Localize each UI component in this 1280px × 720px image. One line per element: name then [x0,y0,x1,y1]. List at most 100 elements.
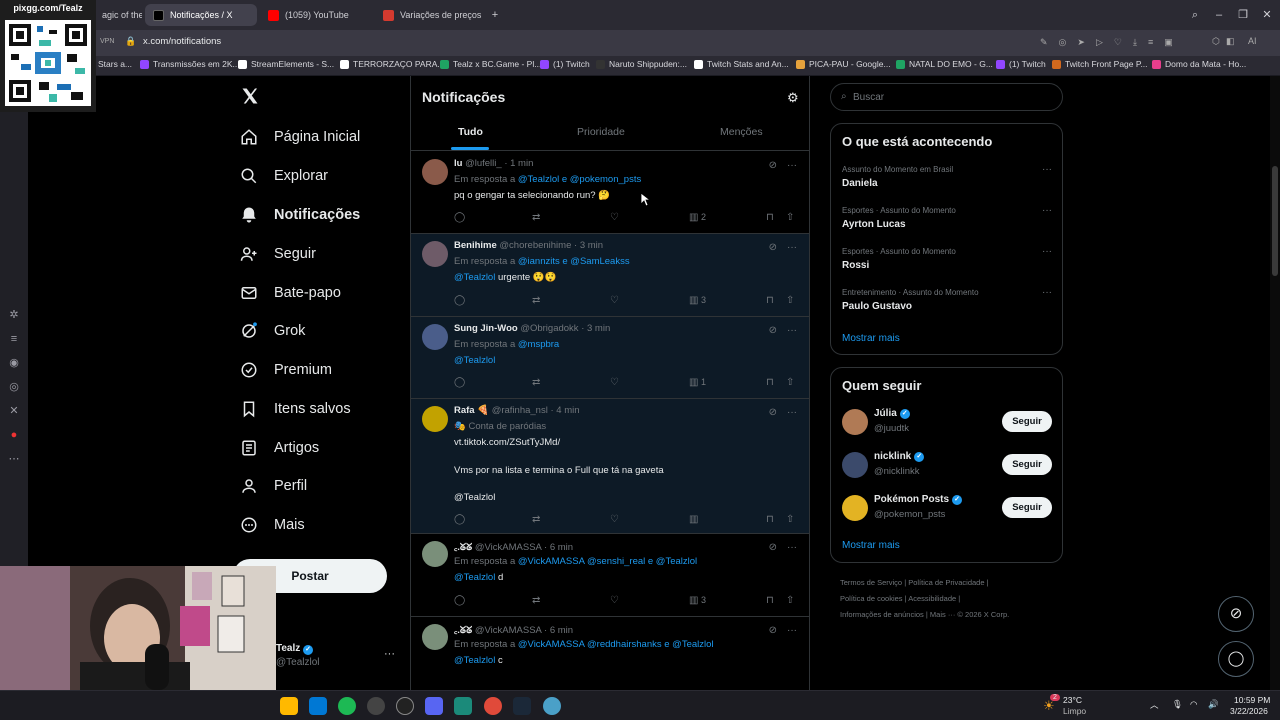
search-tabs-icon[interactable]: ⌕ [1186,6,1204,24]
obs-icon[interactable] [396,697,414,715]
camera-icon[interactable]: ◎ [1059,37,1067,48]
share-icon[interactable]: ⇧ [786,595,794,606]
url-field[interactable]: x.com/notifications [143,36,221,47]
tab-all[interactable]: Tudo [458,126,483,138]
browser-tab[interactable]: (1059) YouTube [260,4,372,26]
avatar[interactable] [422,324,448,350]
reply-icon[interactable]: ◯ [454,595,465,606]
reply-mentions[interactable]: @VickAMASSA @senshi_real e @Tealzlol [518,556,697,567]
nav-articles[interactable]: Artigos [238,434,319,462]
download-icon[interactable]: ⤓ [1133,37,1137,48]
mention-link[interactable]: @Tealzlol [454,272,495,283]
whatsapp-icon[interactable]: ◎ [7,380,21,394]
follow-button[interactable]: Seguir [1002,497,1052,518]
trend-name[interactable]: Daniela [842,178,878,189]
author-name[interactable]: Benihime [454,240,497,251]
avatar[interactable] [422,241,448,267]
nav-bookmarks[interactable]: Itens salvos [238,395,351,423]
lock-icon[interactable]: 🔒 [125,36,136,47]
bookmark-item[interactable]: (1) Twitch [540,59,590,69]
avatar[interactable] [422,159,448,185]
mention-link[interactable]: @Tealzlol [454,572,495,583]
footer-links[interactable]: Termos de Serviço | Política de Privacid… [840,578,989,587]
like-icon[interactable]: ♡ [610,514,619,525]
follow-name[interactable]: Júlia ✓ [874,408,910,419]
record-icon[interactable]: ● [7,428,21,442]
repost-icon[interactable]: ⇄ [532,295,540,306]
bookmark-item[interactable]: Twitch Front Page P... [1052,59,1148,69]
repost-icon[interactable]: ⇄ [532,377,540,388]
file-explorer-icon[interactable] [280,697,298,715]
views-icon[interactable]: ▥ [689,377,698,388]
footer-links[interactable]: Informações de anúncios | Mais ··· © 202… [840,610,1009,619]
sidebar-icon[interactable]: ◧ [1226,36,1235,47]
app-icon[interactable] [367,697,385,715]
author-handle[interactable]: @VickAMASSA [475,542,542,553]
mention-link[interactable]: @Tealzlol [454,492,495,503]
author-handle[interactable]: @VickAMASSA [475,625,542,636]
avatar[interactable] [842,495,868,521]
send-icon[interactable]: ➤ [1077,37,1085,48]
bookmark-item[interactable]: PICA-PAU - Google... [796,59,891,69]
app-icon[interactable] [543,697,561,715]
notification-item[interactable]: ꜀.ᘜᘜ @VickAMASSA · 6 min ⊘ ··· Em respost… [411,617,809,690]
repost-icon[interactable]: ⇄ [532,212,540,223]
author-handle[interactable]: @rafinha_nsl [492,405,548,416]
messenger-icon[interactable]: ◉ [7,356,21,370]
x-icon[interactable]: ✕ [7,404,21,418]
grok-icon[interactable]: ⊘ [769,625,777,636]
grok-icon[interactable]: ⊘ [769,325,777,336]
grok-icon[interactable]: ⊘ [769,542,777,553]
minimize-icon[interactable]: – [1210,6,1228,24]
reply-icon[interactable]: ◯ [454,212,465,223]
views-icon[interactable]: ▥ [689,212,698,223]
ai-button[interactable]: AI [1248,36,1257,46]
avatar[interactable] [842,452,868,478]
bookmark-item[interactable]: Twitch Stats and An... [694,59,789,69]
bookmark-icon[interactable]: ⊓ [766,212,774,223]
edit-icon[interactable]: ✎ [1040,37,1048,48]
bookmark-icon[interactable]: ⊓ [766,514,774,525]
extensions-icon[interactable]: ⬡ [1212,36,1220,47]
grok-icon[interactable]: ⊘ [769,242,777,253]
more-options-icon[interactable]: ··· [787,242,797,253]
more-options-icon[interactable]: ··· [787,160,797,171]
reply-icon[interactable]: ◯ [454,377,465,388]
reply-icon[interactable]: ◯ [454,514,465,525]
avatar[interactable] [842,409,868,435]
more-options-icon[interactable]: ··· [1042,164,1052,175]
footer-links[interactable]: Política de cookies | Acessibilidade | [840,594,960,603]
like-icon[interactable]: ♡ [610,295,619,306]
play-icon[interactable]: ▷ [1096,37,1103,48]
mention-link[interactable]: @Tealzlol [454,655,495,666]
post-link[interactable]: vt.tiktok.com/ZSutTyJMd/ [454,437,560,448]
notification-item[interactable]: ꜀.ᘜᘜ @VickAMASSA · 6 min ⊘ ··· Em respost… [411,534,809,617]
browser-tab-active[interactable]: Notificações / X [145,4,257,26]
bookmark-item[interactable]: Tealz x BC.Game - Pl... [440,59,541,69]
follow-name[interactable]: nicklink ✓ [874,451,925,462]
clock-date[interactable]: 3/22/2026 [1230,706,1268,716]
bookmark-icon[interactable]: ⊓ [766,595,774,606]
bookmark-item[interactable]: Naruto Shippuden:... [596,59,687,69]
bookmark-item[interactable]: StreamElements - S... [238,59,334,69]
more-options-icon[interactable]: ··· [1042,205,1052,216]
nav-grok[interactable]: Grok [238,317,305,345]
browser-app-icon[interactable] [454,697,472,715]
chat-fab-icon[interactable]: ◯ [1218,641,1254,677]
bookmark-item[interactable]: TERRORZAÇO PARA... [340,59,444,69]
bookmark-item[interactable]: (1) Twitch [996,59,1046,69]
notification-item[interactable]: Benihime @chorebenihime · 3 min ⊘ ··· Em … [411,234,809,317]
heart-icon[interactable]: ♡ [1114,37,1122,48]
show-more-link[interactable]: Mostrar mais [842,540,900,551]
reply-mentions[interactable]: @Tealzlol e @pokemon_psts [518,174,641,185]
new-tab-button[interactable]: + [486,6,504,24]
tab-mentions[interactable]: Menções [720,126,763,138]
trend-name[interactable]: Paulo Gustavo [842,301,912,312]
views-icon[interactable]: ▥ [689,595,698,606]
account-name[interactable]: Tealz ✓ [276,643,314,655]
share-icon[interactable]: ⇧ [786,212,794,223]
more-options-icon[interactable]: ··· [787,625,797,636]
mention-link[interactable]: @Tealzlol [454,355,495,366]
nav-home[interactable]: Página Inicial [238,123,360,151]
list-icon[interactable]: ≡ [7,332,21,346]
